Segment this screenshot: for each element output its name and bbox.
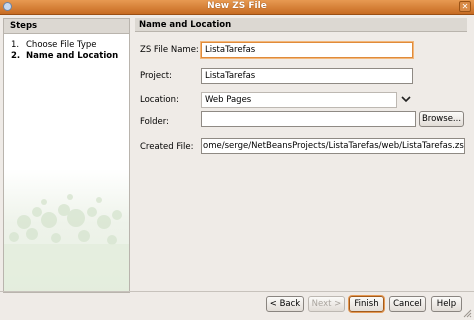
created-file-label: Created File:	[140, 142, 194, 152]
chevron-down-icon[interactable]	[400, 94, 412, 104]
file-name-input[interactable]: ListaTarefas	[201, 42, 413, 58]
finish-button[interactable]: Finish	[349, 296, 384, 312]
help-button[interactable]: Help	[431, 296, 462, 312]
panel-header: Name and Location	[135, 18, 467, 32]
step-name-and-location: 2. Name and Location	[11, 51, 119, 61]
browse-button[interactable]: Browse...	[419, 111, 464, 127]
decorative-bubbles	[4, 194, 129, 292]
steps-panel: Steps 1. Choose File Type 2. Name and Loca…	[3, 18, 130, 293]
cancel-button[interactable]: Cancel	[389, 296, 426, 312]
button-separator	[0, 291, 474, 292]
resize-grip-icon[interactable]	[462, 308, 472, 318]
project-field: ListaTarefas	[201, 68, 413, 84]
close-icon[interactable]: ✕	[459, 1, 471, 12]
next-button[interactable]: Next >	[308, 296, 345, 312]
title-bar[interactable]: New ZS File ✕	[0, 0, 474, 15]
location-select[interactable]: Web Pages	[201, 92, 397, 108]
folder-label: Folder:	[140, 117, 169, 127]
location-label: Location:	[140, 95, 179, 105]
step-choose-file-type: 1. Choose File Type	[11, 40, 97, 50]
project-label: Project:	[140, 71, 172, 81]
created-file-field: ome/serge/NetBeansProjects/ListaTarefas/…	[201, 138, 465, 154]
back-button[interactable]: < Back	[266, 296, 304, 312]
folder-input[interactable]	[201, 111, 416, 127]
window-title: New ZS File	[207, 1, 267, 11]
steps-header: Steps	[4, 19, 129, 34]
file-name-label: ZS File Name:	[140, 45, 199, 55]
